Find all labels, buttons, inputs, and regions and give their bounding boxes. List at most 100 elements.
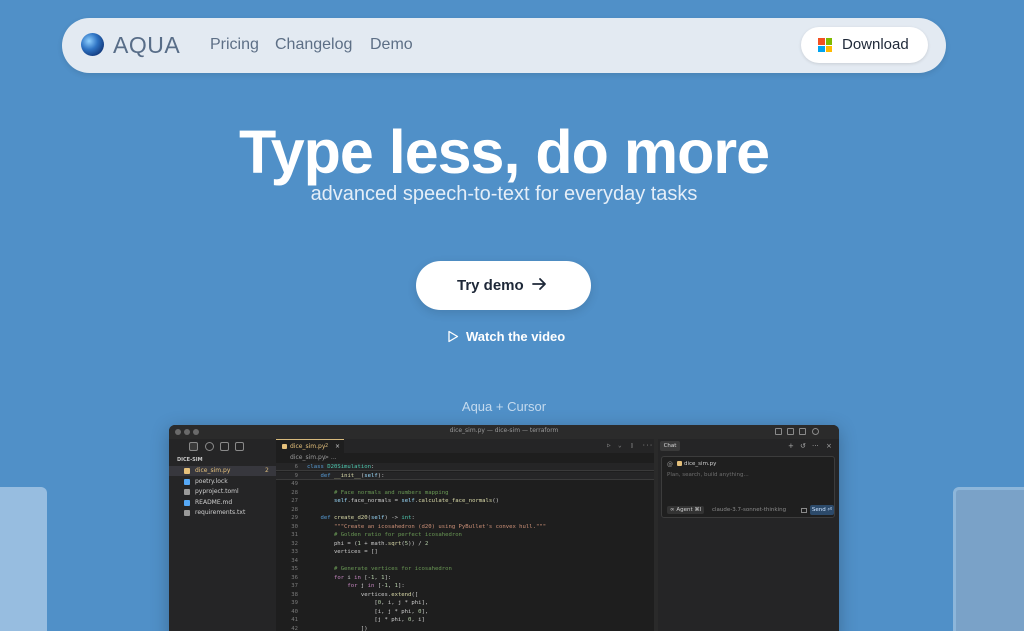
code-line[interactable]: 28 <box>276 506 654 514</box>
file-item[interactable]: pyproject.toml <box>169 487 276 497</box>
nav-link-changelog[interactable]: Changelog <box>275 36 352 54</box>
line-number: 9 <box>294 472 298 479</box>
file-item[interactable]: dice_sim.py 2 <box>169 466 276 476</box>
code-line[interactable]: 49 <box>276 480 654 488</box>
code-line[interactable]: 41 [j * phi, 0, i] <box>276 616 654 624</box>
code-line[interactable]: 33 vertices = [] <box>276 548 654 556</box>
image-attach-icon[interactable] <box>801 508 807 513</box>
code-text: for j in [-1, 1]: <box>347 583 405 589</box>
code-line[interactable]: 35 # Generate vertices for icosahedron <box>276 565 654 573</box>
code-line[interactable]: 28 # Face normals and numbers mapping <box>276 489 654 497</box>
play-icon <box>448 330 459 343</box>
side-card-right <box>953 487 1024 631</box>
file-icon <box>184 499 190 506</box>
demo-caption: Aqua + Cursor <box>461 399 547 414</box>
code-line[interactable]: 31 # Golden ratio for perfect icosahedro… <box>276 531 654 539</box>
mention-icon[interactable]: @ <box>667 461 673 468</box>
file-item[interactable]: requirements.txt <box>169 508 276 518</box>
brand-name[interactable]: AQUA <box>113 32 180 59</box>
code-line[interactable]: 34 <box>276 557 654 565</box>
code-line[interactable]: 9 def __init__(self): <box>276 471 654 480</box>
close-panel-icon[interactable]: × <box>826 442 832 450</box>
extensions-icon[interactable] <box>235 442 244 451</box>
file-item[interactable]: poetry.lock <box>169 477 276 487</box>
split-editor-icon[interactable]: ▯ <box>630 442 634 449</box>
code-line[interactable]: 30 """Create an icosahedron (d20) using … <box>276 523 654 531</box>
line-number: 37 <box>291 583 298 589</box>
code-line[interactable]: 29 def create_d20(self) -> int: <box>276 514 654 522</box>
breadcrumb: dice_sim.py > ... <box>276 453 654 463</box>
code-line[interactable]: 32 phi = (1 + math.sqrt(5)) / 2 <box>276 540 654 548</box>
breadcrumb-file[interactable]: dice_sim.py <box>290 454 325 461</box>
sidebar-toggle-icon[interactable] <box>799 428 806 435</box>
send-button[interactable]: Send ⏎ <box>810 505 834 515</box>
editor-window-title: dice_sim.py — dice-sim — terraform <box>449 427 559 434</box>
code-editor[interactable]: 6 class D20Simulation: 9 def __init__(self… <box>276 463 654 631</box>
explorer-sidebar: DICE-SIM dice_sim.py 2 poetry.lock pyprojec… <box>169 439 276 631</box>
line-number: 38 <box>291 591 298 598</box>
nav-link-pricing[interactable]: Pricing <box>210 36 259 54</box>
side-card-left <box>0 487 47 631</box>
context-chip-label: dice_sim.py <box>684 461 717 467</box>
code-line[interactable]: 36 for i in [-1, 1]: <box>276 574 654 582</box>
context-chip[interactable]: dice_sim.py <box>677 461 716 467</box>
code-line[interactable]: 38 vertices.extend([ <box>276 591 654 599</box>
layout-icon[interactable] <box>775 428 782 435</box>
code-line[interactable]: 40 [i, j * phi, 0], <box>276 608 654 616</box>
code-line[interactable]: 39 [0, i, j * phi], <box>276 599 654 607</box>
aqua-logo-icon[interactable] <box>81 33 104 56</box>
file-item[interactable]: README.md <box>169 498 276 508</box>
code-text: self.face_normals = self.calculate_face_… <box>333 498 500 504</box>
editor-titlebar: dice_sim.py — dice-sim — terraform <box>169 425 839 439</box>
settings-icon[interactable] <box>812 428 819 435</box>
plus-icon[interactable]: + <box>788 442 794 450</box>
line-number: 28 <box>291 489 298 496</box>
code-line[interactable]: 37 for j in [-1, 1]: <box>276 582 654 590</box>
chat-tab[interactable]: Chat <box>660 441 680 451</box>
line-number: 42 <box>291 625 298 631</box>
code-line[interactable]: 42 ]) <box>276 625 654 631</box>
file-icon <box>184 478 190 485</box>
close-icon[interactable]: × <box>335 443 340 450</box>
more-icon[interactable]: ··· <box>812 442 819 450</box>
code-line[interactable]: 6 class D20Simulation: <box>276 463 654 471</box>
tab-dice-sim[interactable]: dice_sim.py 2 × <box>276 439 344 453</box>
more-actions-icon[interactable]: ··· <box>642 442 653 449</box>
line-number: 49 <box>291 481 298 487</box>
code-text: # Golden ratio for perfect icosahedron <box>333 532 462 538</box>
editor-window: dice_sim.py — dice-sim — terraform DICE-… <box>169 425 839 631</box>
try-demo-label: Try demo <box>457 277 524 294</box>
files-icon[interactable] <box>189 442 198 451</box>
breadcrumb-separator: > ... <box>324 454 337 461</box>
model-select[interactable]: claude-3.7-sonnet-thinking <box>712 507 786 513</box>
search-icon[interactable] <box>205 442 214 451</box>
file-icon <box>184 468 190 474</box>
line-number: 35 <box>291 566 298 572</box>
line-number: 27 <box>291 498 298 504</box>
file-icon <box>184 510 190 516</box>
source-control-icon[interactable] <box>220 442 229 451</box>
file-name: pyproject.toml <box>195 488 239 495</box>
code-text: """Create an icosahedron (d20) using PyB… <box>333 523 547 530</box>
hero-subtitle: advanced speech-to-text for everyday tas… <box>310 183 698 205</box>
code-text: [j * phi, 0, i] <box>307 617 425 623</box>
history-icon[interactable]: ↺ <box>800 442 806 450</box>
explorer-header[interactable]: DICE-SIM <box>177 457 203 463</box>
download-button[interactable]: Download <box>801 27 928 63</box>
chat-panel: Chat + ↺ ··· × @ dice_sim.py Plan, searc… <box>658 439 839 631</box>
file-name: poetry.lock <box>195 477 228 485</box>
nav-link-demo[interactable]: Demo <box>370 36 413 54</box>
chat-input-box[interactable]: @ dice_sim.py Plan, search, build anythi… <box>661 456 835 518</box>
code-line[interactable]: 27 self.face_normals = self.calculate_fa… <box>276 497 654 505</box>
chevron-down-icon[interactable]: ⌄ <box>618 442 622 449</box>
try-demo-button[interactable]: Try demo <box>416 261 591 310</box>
code-text: def __init__(self): <box>320 472 385 479</box>
line-number: 34 <box>291 557 298 564</box>
arrow-right-icon <box>532 278 546 290</box>
line-number: 36 <box>291 574 298 581</box>
code-text: phi = (1 + math.sqrt(5)) / 2 <box>307 540 429 547</box>
agent-mode-select[interactable]: ∞ Agent ⌘I <box>667 506 705 514</box>
line-number: 6 <box>294 464 298 470</box>
panel-icon[interactable] <box>787 428 794 435</box>
run-icon[interactable]: ▷ <box>607 442 611 449</box>
